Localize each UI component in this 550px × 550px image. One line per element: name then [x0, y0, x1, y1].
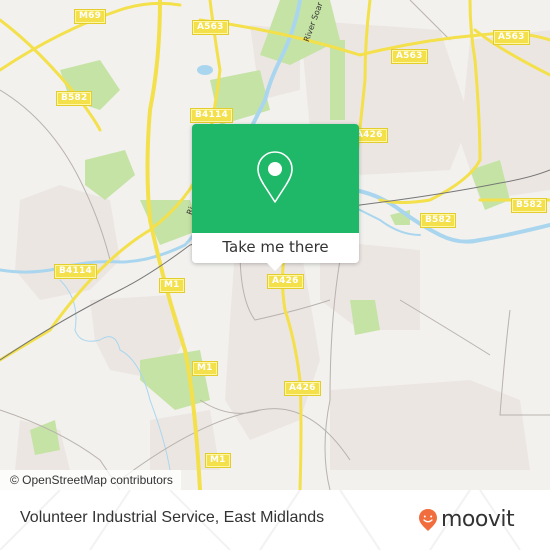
popup-header: [192, 124, 359, 233]
road-label-m69: M69: [75, 10, 106, 23]
road-label-b582: B582: [512, 199, 547, 212]
road-label-a426: A426: [285, 382, 320, 395]
road-label-m1: M1: [193, 362, 217, 375]
popup-pointer: [267, 263, 283, 271]
map-attribution[interactable]: © OpenStreetMap contributors: [0, 470, 181, 490]
map-view[interactable]: M69 A563 B582 B4114 A563 A563 A426 B4114…: [0, 0, 550, 490]
location-pin-icon: [257, 151, 293, 203]
take-me-there-button[interactable]: Take me there: [192, 233, 359, 263]
moovit-wordmark: moovit: [441, 507, 515, 532]
road-label-b4114: B4114: [191, 109, 232, 122]
moovit-pin-icon: [419, 509, 437, 531]
place-name: Volunteer Industrial Service, East Midla…: [20, 509, 325, 526]
road-label-a426: A426: [268, 275, 303, 288]
road-label-a563: A563: [494, 31, 529, 44]
footer-bar: Volunteer Industrial Service, East Midla…: [0, 490, 550, 550]
road-label-b4114: B4114: [55, 265, 96, 278]
road-label-a563: A563: [193, 21, 228, 34]
road-label-b582: B582: [421, 214, 456, 227]
road-label-m1: M1: [160, 279, 184, 292]
destination-popup: Take me there: [192, 124, 359, 271]
road-label-a563: A563: [392, 50, 427, 63]
moovit-logo[interactable]: moovit: [418, 507, 515, 533]
road-label-b582: B582: [57, 92, 92, 105]
road-label-m1: M1: [206, 454, 230, 467]
